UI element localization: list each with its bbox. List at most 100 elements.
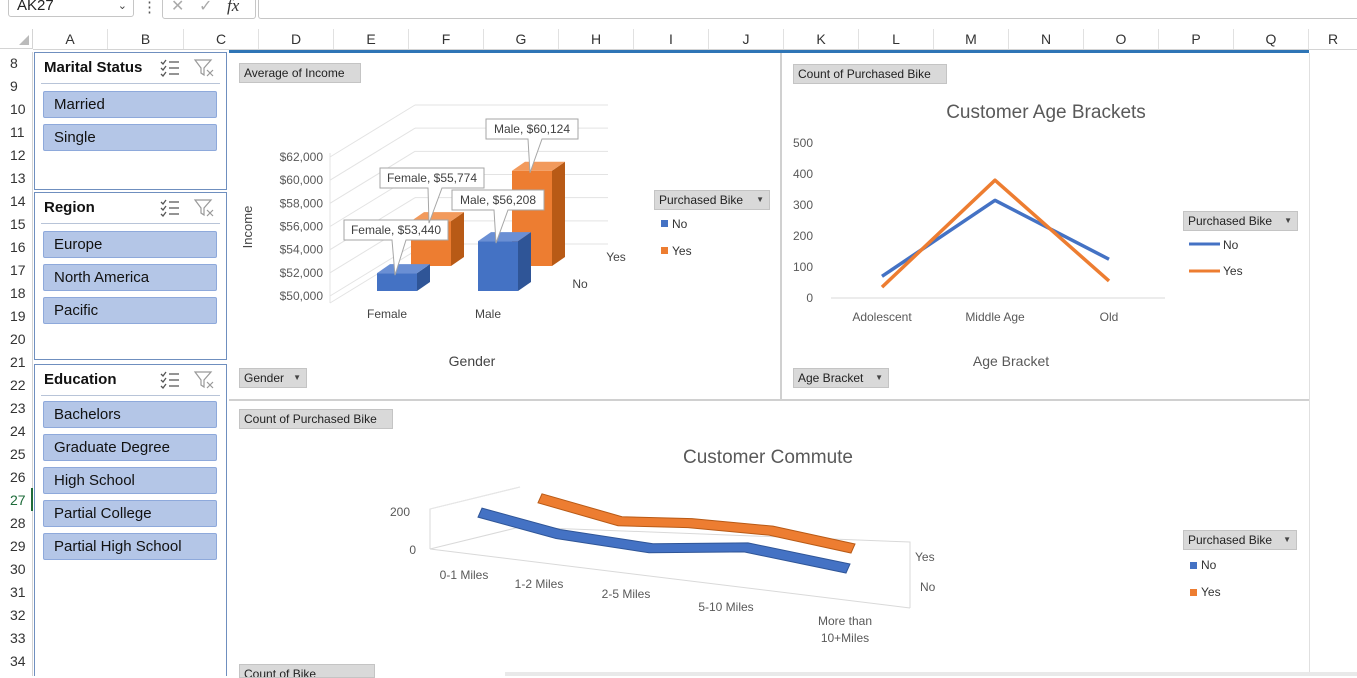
column-header-f[interactable]: F <box>409 29 484 49</box>
axis-field-button[interactable]: Gender ▼ <box>239 368 307 388</box>
dashboard-right-edge <box>1309 53 1310 676</box>
row-header-8[interactable]: 8 <box>0 52 32 75</box>
row-header-22[interactable]: 22 <box>0 374 32 397</box>
column-header-j[interactable]: J <box>709 29 784 49</box>
row-header-30[interactable]: 30 <box>0 558 32 581</box>
clear-filter-icon[interactable] <box>193 58 215 78</box>
value-field-button[interactable]: Count of Purchased Bike <box>239 409 393 429</box>
name-box[interactable]: AK27 ⌄ <box>8 0 134 17</box>
income-bar-yes-1[interactable] <box>512 170 552 266</box>
age-series-no[interactable] <box>881 198 1110 278</box>
column-header-r[interactable]: R <box>1309 29 1357 49</box>
column-header-m[interactable]: M <box>934 29 1009 49</box>
commute-gridlines <box>429 486 911 609</box>
row-header-11[interactable]: 11 <box>0 121 32 144</box>
commute-chart[interactable]: Count of Purchased Bike Purchased Bike ▼… <box>230 402 1308 678</box>
income-gridline-diag <box>329 104 416 158</box>
column-header-n[interactable]: N <box>1009 29 1084 49</box>
axis-field-button[interactable]: Age Bracket ▼ <box>793 368 889 388</box>
column-header-d[interactable]: D <box>259 29 334 49</box>
column-header-b[interactable]: B <box>108 29 184 49</box>
column-header-p[interactable]: P <box>1159 29 1234 49</box>
age-ytick-label: 200 <box>793 229 813 243</box>
column-header-k[interactable]: K <box>784 29 859 49</box>
value-field-button[interactable]: Average of Income <box>239 63 361 83</box>
fx-icon[interactable]: fx <box>227 0 239 16</box>
row-header-19[interactable]: 19 <box>0 305 32 328</box>
income-bar-yes-0[interactable] <box>411 221 451 266</box>
legend-field-button[interactable]: Purchased Bike ▼ <box>1183 211 1298 231</box>
row-header-10[interactable]: 10 <box>0 98 32 121</box>
row-header-18[interactable]: 18 <box>0 282 32 305</box>
multi-select-icon[interactable] <box>159 370 181 390</box>
slicer-item-north-america[interactable]: North America <box>43 264 217 291</box>
column-header-c[interactable]: C <box>184 29 259 49</box>
legend-field-button[interactable]: Purchased Bike ▼ <box>1183 530 1297 550</box>
column-header-o[interactable]: O <box>1084 29 1159 49</box>
slicer-item-bachelors[interactable]: Bachelors <box>43 401 217 428</box>
slicer-education[interactable]: Education Bachelors Graduate Degree High… <box>34 364 227 676</box>
row-header-12[interactable]: 12 <box>0 144 32 167</box>
row-header-9[interactable]: 9 <box>0 75 32 98</box>
column-header-i[interactable]: I <box>634 29 709 49</box>
row-header-23[interactable]: 23 <box>0 397 32 420</box>
row-header-25[interactable]: 25 <box>0 443 32 466</box>
row-header-27[interactable]: 27 <box>0 489 32 512</box>
legend-field-button[interactable]: Purchased Bike ▼ <box>654 190 770 210</box>
slicer-region[interactable]: Region Europe North America Pacific <box>34 192 227 360</box>
row-header-15[interactable]: 15 <box>0 213 32 236</box>
age-category-label: Old <box>1100 310 1119 324</box>
horizontal-scrollbar[interactable] <box>505 672 1357 676</box>
row-header-24[interactable]: 24 <box>0 420 32 443</box>
select-all-corner[interactable] <box>0 29 33 49</box>
value-field-button[interactable]: Count of Purchased Bike <box>793 64 947 84</box>
commute-series-no[interactable] <box>477 507 851 574</box>
row-header-31[interactable]: 31 <box>0 581 32 604</box>
income-bar-no-0[interactable] <box>377 273 417 291</box>
row-header-14[interactable]: 14 <box>0 190 32 213</box>
column-header-h[interactable]: H <box>559 29 634 49</box>
row-header-26[interactable]: 26 <box>0 466 32 489</box>
row-header-17[interactable]: 17 <box>0 259 32 282</box>
slicer-item-high-school[interactable]: High School <box>43 467 217 494</box>
commute-series-yes[interactable] <box>537 493 856 554</box>
slicer-item-graduate-degree[interactable]: Graduate Degree <box>43 434 217 461</box>
income-chart[interactable]: Average of Income Gender ▼ Purchased Bik… <box>230 53 779 398</box>
column-header-a[interactable]: A <box>33 29 108 49</box>
age-chart-title: Customer Age Brackets <box>946 102 1146 123</box>
row-header-33[interactable]: 33 <box>0 627 32 650</box>
income-bar-no-1[interactable] <box>478 241 518 291</box>
slicer-marital-status[interactable]: Marital Status Married Single <box>34 52 227 190</box>
column-header-l[interactable]: L <box>859 29 934 49</box>
row-header-16[interactable]: 16 <box>0 236 32 259</box>
age-series-yes[interactable] <box>880 178 1111 289</box>
slicer-item-single[interactable]: Single <box>43 124 217 151</box>
income-category-male: Male <box>475 307 501 321</box>
row-header-28[interactable]: 28 <box>0 512 32 535</box>
enter-icon[interactable]: ✓ <box>199 0 212 16</box>
income-data-label: Male, $56,208 <box>451 189 545 244</box>
slicer-item-europe[interactable]: Europe <box>43 231 217 258</box>
slicer-item-partial-college[interactable]: Partial College <box>43 500 217 527</box>
slicer-item-married[interactable]: Married <box>43 91 217 118</box>
row-header-29[interactable]: 29 <box>0 535 32 558</box>
slicer-item-partial-high-school[interactable]: Partial High School <box>43 533 217 560</box>
formula-input[interactable] <box>258 0 1357 19</box>
more-options-icon[interactable]: ⋮ <box>142 0 157 16</box>
row-header-20[interactable]: 20 <box>0 328 32 351</box>
clear-filter-icon[interactable] <box>193 198 215 218</box>
column-header-e[interactable]: E <box>334 29 409 49</box>
row-header-32[interactable]: 32 <box>0 604 32 627</box>
multi-select-icon[interactable] <box>159 58 181 78</box>
chevron-down-icon[interactable]: ⌄ <box>118 0 127 16</box>
row-header-34[interactable]: 34 <box>0 650 32 673</box>
column-header-q[interactable]: Q <box>1234 29 1309 49</box>
column-header-g[interactable]: G <box>484 29 559 49</box>
slicer-item-pacific[interactable]: Pacific <box>43 297 217 324</box>
multi-select-icon[interactable] <box>159 198 181 218</box>
row-header-13[interactable]: 13 <box>0 167 32 190</box>
clear-filter-icon[interactable] <box>193 370 215 390</box>
age-chart[interactable]: Count of Purchased Bike Age Bracket ▼ Pu… <box>783 53 1308 398</box>
cancel-icon[interactable]: ✕ <box>171 0 184 16</box>
row-header-21[interactable]: 21 <box>0 351 32 374</box>
